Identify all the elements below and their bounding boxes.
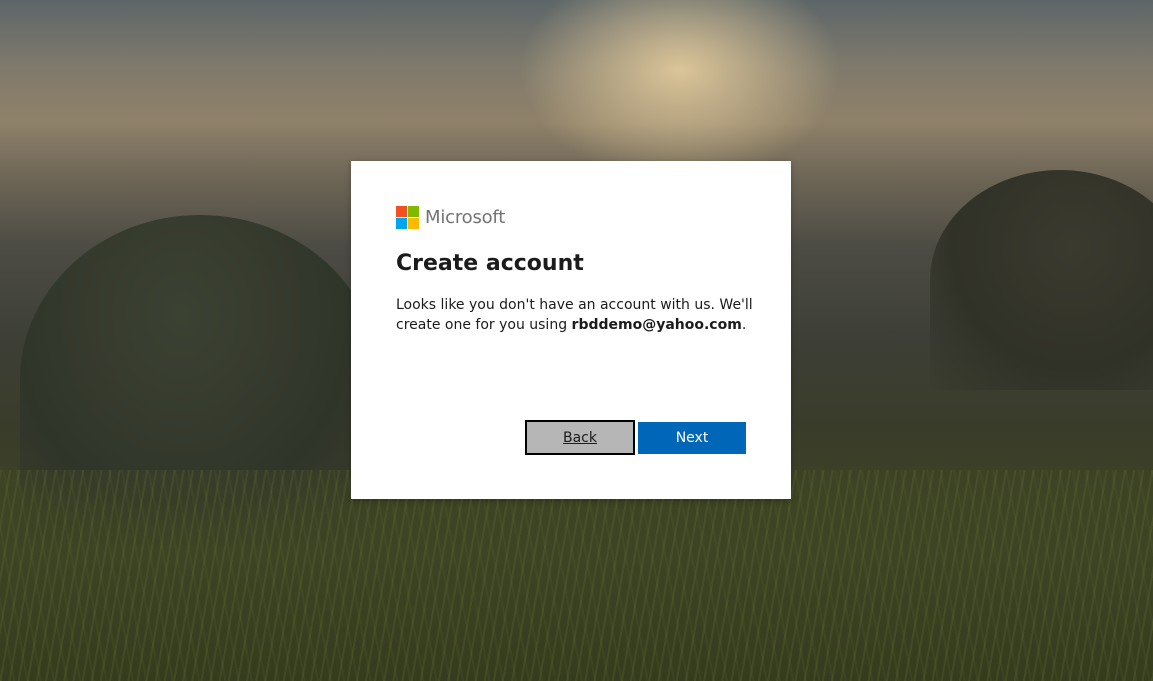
background-hill-right bbox=[930, 170, 1153, 390]
description-suffix: . bbox=[741, 317, 747, 333]
background-grass bbox=[0, 470, 1153, 681]
microsoft-logo-icon bbox=[396, 206, 419, 229]
logo-square-blue bbox=[396, 218, 407, 229]
create-account-dialog: Microsoft Create account Looks like you … bbox=[351, 161, 791, 499]
brand-name: Microsoft bbox=[425, 207, 506, 228]
logo-square-yellow bbox=[408, 218, 419, 229]
account-email: rbddemo@yahoo.com bbox=[571, 317, 742, 333]
next-button[interactable]: Next bbox=[638, 422, 746, 454]
back-button[interactable]: Back bbox=[525, 420, 635, 455]
dialog-description: Looks like you don't have an account wit… bbox=[396, 295, 756, 335]
logo-square-green bbox=[408, 206, 419, 217]
microsoft-brand: Microsoft bbox=[396, 206, 505, 229]
logo-square-red bbox=[396, 206, 407, 217]
dialog-title: Create account bbox=[396, 251, 584, 276]
